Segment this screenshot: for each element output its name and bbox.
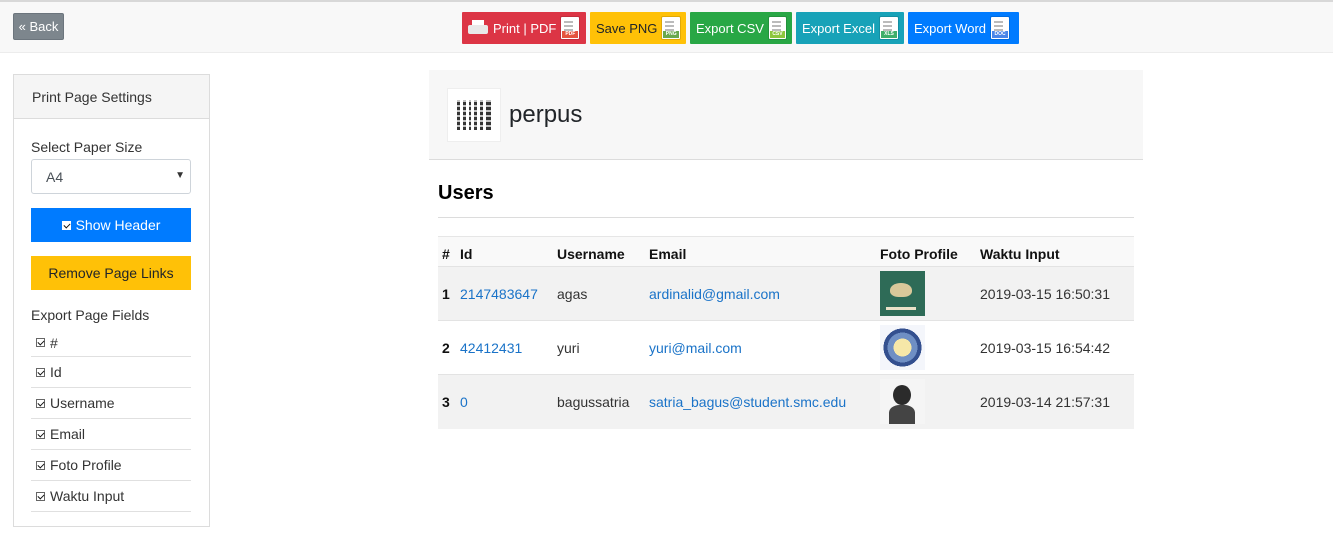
- field-label: Waktu Input: [50, 488, 125, 504]
- table-row: 1 2147483647 agas ardinalid@gmail.com 20…: [438, 266, 1134, 321]
- remove-page-links-button[interactable]: Remove Page Links: [31, 256, 191, 290]
- pdf-file-icon: PDF: [561, 17, 580, 39]
- column-header: #: [438, 236, 454, 267]
- paper-size-select[interactable]: A4 ▼: [31, 159, 191, 194]
- show-header-button[interactable]: Show Header: [31, 208, 191, 242]
- users-table: # Id Username Email Foto Profile Waktu I…: [438, 236, 1134, 429]
- export-button-group: Print | PDF PDF Save PNG PNG Export CSV …: [462, 12, 1023, 44]
- print-pdf-label: Print | PDF: [493, 20, 557, 36]
- report-page: perpus Users # Id Username Email Foto Pr…: [429, 70, 1143, 429]
- csv-file-icon: CSV: [768, 17, 786, 39]
- export-word-button[interactable]: Export Word DOC: [908, 12, 1019, 44]
- checkbox-icon[interactable]: [36, 491, 45, 501]
- field-item-number[interactable]: #: [31, 329, 191, 357]
- field-label: #: [50, 334, 58, 351]
- table-row: 2 42412431 yuri yuri@mail.com 2019-03-15…: [438, 320, 1134, 375]
- row-number: 3: [442, 393, 450, 410]
- word-file-icon: DOC: [991, 17, 1010, 39]
- row-number: 2: [442, 339, 450, 356]
- toolbar: « Back Print | PDF PDF Save PNG PNG Expo…: [0, 0, 1333, 53]
- row-number: 1: [442, 285, 450, 302]
- settings-title: Print Page Settings: [14, 75, 209, 119]
- field-item-id[interactable]: Id: [31, 357, 191, 388]
- export-excel-button[interactable]: Export Excel XLS: [796, 12, 904, 44]
- email-link[interactable]: ardinalid@gmail.com: [649, 286, 780, 302]
- export-word-label: Export Word: [914, 20, 987, 36]
- export-excel-label: Export Excel: [802, 20, 875, 36]
- id-link[interactable]: 0: [460, 394, 468, 410]
- field-label: Foto Profile: [50, 457, 122, 473]
- checkbox-icon[interactable]: [36, 460, 45, 470]
- back-button[interactable]: « Back: [13, 13, 64, 40]
- field-item-foto-profile[interactable]: Foto Profile: [31, 450, 191, 481]
- waktu-input-cell: 2019-03-14 21:57:31: [980, 393, 1110, 410]
- column-header: Foto Profile: [874, 236, 974, 267]
- qr-code-logo: [447, 87, 501, 142]
- save-png-label: Save PNG: [596, 20, 658, 36]
- waktu-input-cell: 2019-03-15 16:50:31: [980, 285, 1110, 302]
- column-header: Username: [551, 236, 643, 267]
- paper-size-value: A4: [46, 169, 64, 185]
- report-header: perpus: [429, 70, 1143, 160]
- site-name: perpus: [509, 100, 583, 128]
- show-header-label: Show Header: [75, 217, 161, 233]
- checkbox-icon[interactable]: [36, 398, 45, 408]
- save-png-button[interactable]: Save PNG PNG: [590, 12, 686, 44]
- paper-size-label: Select Paper Size: [31, 139, 143, 155]
- username-cell: bagussatria: [557, 393, 630, 410]
- png-file-icon: PNG: [662, 17, 680, 39]
- id-link[interactable]: 42412431: [460, 340, 522, 356]
- column-header: Email: [643, 236, 874, 267]
- id-link[interactable]: 2147483647: [460, 286, 538, 302]
- email-link[interactable]: yuri@mail.com: [649, 340, 742, 356]
- table-header-row: # Id Username Email Foto Profile Waktu I…: [438, 236, 1134, 267]
- profile-photo: [880, 325, 925, 370]
- field-item-username[interactable]: Username: [31, 388, 191, 419]
- field-item-waktu-input[interactable]: Waktu Input: [31, 481, 191, 512]
- email-link[interactable]: satria_bagus@student.smc.edu: [649, 394, 846, 410]
- username-cell: agas: [557, 285, 588, 302]
- checkbox-icon: [61, 220, 71, 230]
- username-cell: yuri: [557, 339, 580, 356]
- print-pdf-button[interactable]: Print | PDF PDF: [462, 12, 586, 44]
- export-csv-label: Export CSV: [696, 20, 764, 36]
- field-label: Username: [50, 395, 115, 411]
- checkbox-icon[interactable]: [36, 338, 45, 347]
- column-header: Id: [454, 236, 551, 267]
- profile-photo: [880, 379, 925, 425]
- table-row: 3 0 bagussatria satria_bagus@student.smc…: [438, 374, 1134, 429]
- print-settings-panel: Print Page Settings Select Paper Size A4…: [13, 74, 210, 527]
- printer-icon: [468, 19, 488, 37]
- field-label: Id: [50, 364, 62, 380]
- field-item-email[interactable]: Email: [31, 419, 191, 450]
- column-header: Waktu Input: [974, 236, 1134, 267]
- chevron-down-icon: ▼: [175, 170, 185, 181]
- section-title: Users: [438, 182, 1134, 218]
- field-label: Email: [50, 426, 86, 442]
- checkbox-icon[interactable]: [36, 429, 45, 439]
- checkbox-icon[interactable]: [36, 367, 45, 377]
- export-csv-button[interactable]: Export CSV CSV: [690, 12, 792, 44]
- profile-photo: [880, 271, 925, 316]
- export-field-list: # Id Username Email Foto Profile Waktu I…: [31, 329, 191, 512]
- excel-file-icon: XLS: [879, 17, 898, 39]
- waktu-input-cell: 2019-03-15 16:54:42: [980, 339, 1110, 356]
- export-fields-label: Export Page Fields: [31, 307, 150, 323]
